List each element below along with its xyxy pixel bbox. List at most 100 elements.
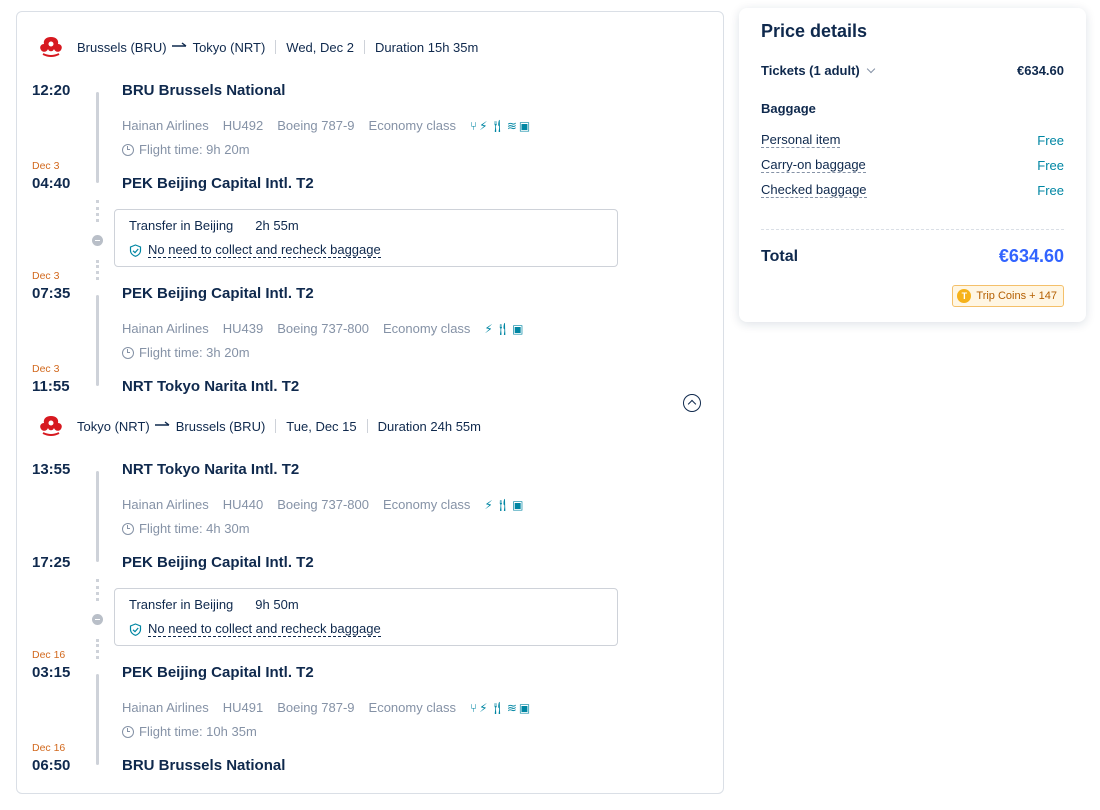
leg-date: Wed, Dec 2 bbox=[286, 39, 354, 55]
baggage-value: Free bbox=[1037, 157, 1064, 173]
baggage-note-text: No need to collect and recheck baggage bbox=[148, 242, 381, 258]
baggage-row: Personal item Free bbox=[761, 132, 1064, 148]
transfer-box: Transfer in Beijing 2h 55m No need to co… bbox=[114, 209, 618, 267]
departure-time: 12:20 bbox=[32, 82, 71, 99]
wifi-icon: ≋ bbox=[506, 700, 517, 715]
baggage-label[interactable]: Carry-on baggage bbox=[761, 157, 866, 173]
leg-origin: Tokyo (NRT) bbox=[77, 418, 150, 434]
departure-date: Dec 3 bbox=[32, 270, 60, 282]
departure-time: 03:15 bbox=[32, 664, 71, 681]
tickets-row[interactable]: Tickets (1 adult) €634.60 bbox=[761, 63, 1064, 78]
flight-line bbox=[96, 471, 99, 562]
flight-info: Hainan Airlines HU440 Boeing 737-800 Eco… bbox=[122, 497, 523, 512]
baggage-note[interactable]: No need to collect and recheck baggage bbox=[129, 622, 381, 637]
flight-duration: Flight time: 9h 20m bbox=[122, 142, 250, 157]
shield-icon bbox=[129, 244, 142, 257]
arrival-date: Dec 3 bbox=[32, 160, 60, 172]
clock-icon bbox=[122, 346, 134, 359]
power-icon: ⚡ bbox=[479, 700, 488, 715]
tickets-label: Tickets (1 adult) bbox=[761, 63, 860, 78]
price-details-title: Price details bbox=[761, 21, 868, 41]
flight-duration: Flight time: 10h 35m bbox=[122, 724, 257, 739]
departure-date: Dec 16 bbox=[32, 649, 66, 661]
meal-icon: 🍴︎ bbox=[489, 700, 505, 715]
transfer-duration: 9h 50m bbox=[255, 597, 299, 612]
leg-header-return: Tokyo (NRT) Brussels (BRU) Tue, Dec 15 D… bbox=[37, 415, 481, 437]
transfer-line: Transfer in Beijing 9h 50m bbox=[129, 597, 299, 612]
baggage-row: Carry-on baggage Free bbox=[761, 157, 1064, 173]
entertainment-icon: ▣ bbox=[512, 497, 524, 512]
trip-coins-badge[interactable]: T Trip Coins + 147 bbox=[952, 285, 1064, 307]
entertainment-icon: ▣ bbox=[518, 700, 531, 715]
flight-time-text: Flight time: 4h 30m bbox=[139, 521, 250, 536]
aircraft-type: Boeing 787-9 bbox=[277, 700, 355, 715]
flight-line bbox=[96, 92, 99, 183]
power-icon: ⚡ bbox=[479, 118, 488, 133]
arrival-airport: PEK Beijing Capital Intl. T2 bbox=[122, 175, 314, 192]
airline-name: Hainan Airlines bbox=[122, 321, 209, 336]
flight-number: HU491 bbox=[222, 700, 264, 715]
baggage-note[interactable]: No need to collect and recheck baggage bbox=[129, 243, 381, 258]
transfer-label: Transfer in Beijing bbox=[129, 597, 234, 612]
transfer-label: Transfer in Beijing bbox=[129, 218, 234, 233]
collapse-chevron-up-icon[interactable] bbox=[683, 394, 701, 412]
amenities[interactable]: ⚡ 🍴︎ ▣ bbox=[484, 498, 523, 512]
baggage-label[interactable]: Checked baggage bbox=[761, 182, 867, 198]
meal-icon: 🍴︎ bbox=[494, 497, 511, 512]
price-details-card: Price details Tickets (1 adult) €634.60 … bbox=[739, 8, 1086, 322]
arrival-date: Dec 3 bbox=[32, 363, 60, 375]
baggage-value: Free bbox=[1037, 182, 1064, 198]
departure-airport: NRT Tokyo Narita Intl. T2 bbox=[122, 461, 300, 478]
leg-origin: Brussels (BRU) bbox=[77, 39, 167, 55]
aircraft-type: Boeing 737-800 bbox=[277, 321, 369, 336]
clock-icon bbox=[122, 143, 134, 156]
baggage-label[interactable]: Personal item bbox=[761, 132, 841, 148]
transfer-dots bbox=[96, 639, 99, 659]
departure-airport: PEK Beijing Capital Intl. T2 bbox=[122, 285, 314, 302]
baggage-value: Free bbox=[1037, 132, 1064, 148]
baggage-heading: Baggage bbox=[761, 101, 816, 116]
clock-icon bbox=[122, 725, 134, 738]
flight-info: Hainan Airlines HU492 Boeing 787-9 Econo… bbox=[122, 118, 530, 133]
baggage-row: Checked baggage Free bbox=[761, 182, 1064, 198]
tickets-value: €634.60 bbox=[1017, 63, 1064, 78]
entertainment-icon: ▣ bbox=[518, 118, 531, 133]
amenities[interactable]: ⚡ 🍴︎ ▣ bbox=[484, 322, 523, 336]
leg-duration: Duration 15h 35m bbox=[374, 39, 479, 55]
tickets-toggle[interactable]: Tickets (1 adult) bbox=[761, 63, 875, 78]
chevron-down-icon bbox=[866, 64, 875, 73]
shield-icon bbox=[129, 623, 142, 636]
arrival-airport: BRU Brussels National bbox=[122, 757, 286, 774]
arrival-time: 06:50 bbox=[32, 757, 71, 774]
arrow-right-icon bbox=[171, 42, 186, 47]
trip-coins-label: Trip Coins + 147 bbox=[976, 290, 1057, 302]
transfer-dots bbox=[96, 579, 99, 601]
power-icon: ⚡ bbox=[484, 497, 493, 512]
clock-icon bbox=[122, 522, 134, 535]
divider bbox=[363, 40, 365, 54]
hainan-airlines-logo-icon bbox=[40, 416, 62, 436]
transfer-duration: 2h 55m bbox=[255, 218, 299, 233]
flight-number: HU492 bbox=[222, 118, 264, 133]
arrival-time: 11:55 bbox=[32, 378, 70, 395]
amenities[interactable]: ⑂ ⚡ 🍴︎ ≋ ▣ bbox=[470, 701, 530, 715]
departure-time: 13:55 bbox=[32, 461, 71, 478]
leg-destination: Tokyo (NRT) bbox=[192, 39, 266, 55]
leg-destination: Brussels (BRU) bbox=[175, 418, 266, 434]
flight-duration: Flight time: 4h 30m bbox=[122, 521, 250, 536]
airline-name: Hainan Airlines bbox=[122, 497, 209, 512]
amenities[interactable]: ⑂ ⚡ 🍴︎ ≋ ▣ bbox=[470, 119, 530, 133]
flight-time-text: Flight time: 9h 20m bbox=[139, 142, 250, 157]
arrival-time: 17:25 bbox=[32, 554, 71, 571]
leg-date: Tue, Dec 15 bbox=[286, 418, 357, 434]
flight-line bbox=[96, 674, 99, 765]
transfer-line: Transfer in Beijing 2h 55m bbox=[129, 218, 299, 233]
transfer-dots bbox=[96, 200, 99, 222]
aircraft-type: Boeing 737-800 bbox=[277, 497, 369, 512]
flight-info: Hainan Airlines HU439 Boeing 737-800 Eco… bbox=[122, 321, 523, 336]
itinerary-card: Brussels (BRU) Tokyo (NRT) Wed, Dec 2 Du… bbox=[16, 11, 724, 794]
airline-name: Hainan Airlines bbox=[122, 700, 209, 715]
flight-time-text: Flight time: 10h 35m bbox=[139, 724, 257, 739]
wifi-icon: ≋ bbox=[506, 118, 517, 133]
arrival-airport: PEK Beijing Capital Intl. T2 bbox=[122, 554, 314, 571]
